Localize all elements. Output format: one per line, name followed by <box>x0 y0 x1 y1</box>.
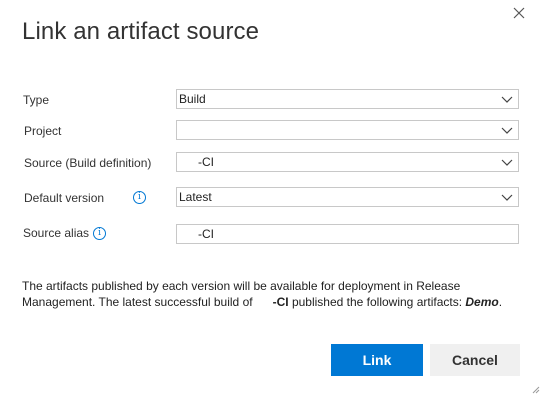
source-alias-label: Source alias <box>23 226 90 240</box>
source-alias-input[interactable]: -CI <box>176 224 519 244</box>
description-end: . <box>498 295 503 309</box>
info-icon[interactable]: i <box>93 226 107 240</box>
source-alias-row: Source alias i -CI <box>0 222 543 246</box>
chevron-down-icon <box>501 96 513 103</box>
chevron-down-icon <box>501 159 513 166</box>
type-label: Type <box>23 93 50 107</box>
source-row: Source (Build definition) -CI <box>0 152 543 176</box>
project-select[interactable] <box>176 120 519 140</box>
artifact-name: Demo <box>465 295 499 309</box>
type-select-value: Build <box>179 92 206 106</box>
type-select[interactable]: Build <box>176 89 519 109</box>
close-icon[interactable] <box>513 7 525 19</box>
artifact-description: The artifacts published by each version … <box>22 278 527 310</box>
link-artifact-dialog: Link an artifact source Type Build Proje… <box>0 0 543 397</box>
default-version-select-value: Latest <box>179 190 212 204</box>
type-row: Type Build <box>0 89 543 113</box>
default-version-label: Default version <box>24 191 105 205</box>
source-select[interactable]: -CI <box>176 152 519 172</box>
source-alias-input-value: -CI <box>198 227 214 241</box>
source-select-value: -CI <box>198 155 214 169</box>
build-definition-name: -CI <box>272 295 289 309</box>
close-button[interactable] <box>510 4 528 22</box>
resize-grip-icon[interactable] <box>530 384 540 394</box>
chevron-down-icon <box>501 127 513 134</box>
cancel-button[interactable]: Cancel <box>430 344 520 376</box>
chevron-down-icon <box>501 194 513 201</box>
default-version-row: Default version i Latest <box>0 187 543 211</box>
source-label: Source (Build definition) <box>24 156 152 170</box>
dialog-title: Link an artifact source <box>22 18 260 45</box>
source-alias-label-wrap: Source alias i <box>23 222 107 244</box>
default-version-select[interactable]: Latest <box>176 187 519 207</box>
info-icon[interactable]: i <box>133 191 146 204</box>
project-row: Project <box>0 120 543 144</box>
link-button[interactable]: Link <box>331 344 423 376</box>
description-text-2: published the following artifacts: <box>291 295 463 309</box>
project-label: Project <box>24 124 62 138</box>
